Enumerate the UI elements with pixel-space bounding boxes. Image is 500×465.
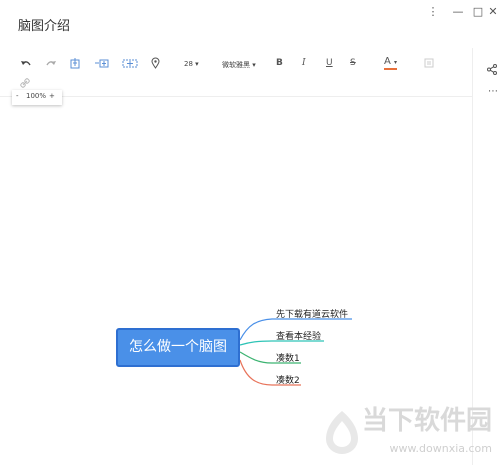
mindmap-child-node-3[interactable]: 凑数1 [276, 351, 300, 364]
mindmap-child-node-1[interactable]: 先下载有道云软件 [276, 307, 348, 320]
mindmap-child-node-2[interactable]: 查看本经验 [276, 329, 321, 342]
mindmap-child-node-4[interactable]: 凑数2 [276, 373, 300, 386]
mindmap-connectors [239, 318, 352, 386]
watermark-url: www.downxia.com [389, 442, 492, 455]
watermark-brand: 当下软件园 [361, 406, 492, 436]
mindmap-root-node[interactable]: 怎么做一个脑图 [116, 328, 240, 367]
watermark-logo-icon [326, 411, 358, 454]
